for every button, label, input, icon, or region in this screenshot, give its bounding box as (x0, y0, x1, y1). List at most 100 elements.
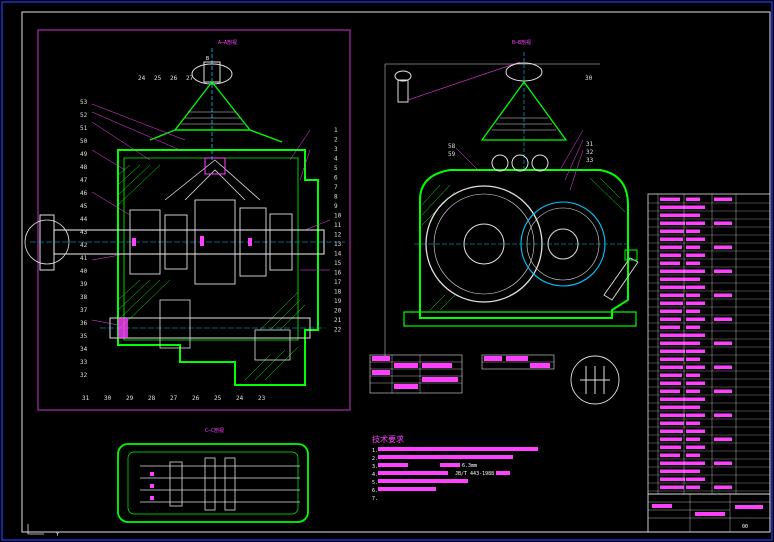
gear-parameter-table-2 (481, 354, 555, 370)
callout-number: 15 (334, 260, 342, 267)
callout-number: 30 (104, 395, 112, 402)
callout-number: 42 (80, 242, 88, 249)
callout-number: 43 (80, 229, 88, 236)
parts-row-entry (660, 365, 683, 369)
parts-row-entry (660, 429, 683, 433)
callout-number: 18 (334, 289, 342, 296)
parts-row-entry (660, 261, 680, 265)
section-bb-view: B—B剖视 (384, 39, 639, 360)
parts-row-entry (686, 301, 705, 305)
parts-row-entry (686, 285, 705, 289)
parts-row-entry (686, 253, 705, 257)
parts-row-entry (660, 197, 680, 201)
parts-row-entry (686, 213, 700, 217)
callout-number: 17 (334, 279, 342, 286)
callout-number: 3. (372, 464, 378, 470)
callout-number: 5 (334, 165, 338, 172)
callout-number: 48 (80, 164, 88, 171)
parts-row-entry (660, 461, 687, 465)
parts-row-entry (686, 413, 705, 417)
callout-number: 33 (80, 359, 88, 366)
parts-row-entry (660, 277, 686, 281)
callout-number: 44 (80, 216, 88, 223)
parts-row-entry (660, 405, 686, 409)
parts-row-entry (660, 245, 682, 249)
section-cc-view: C—C剖视 (117, 427, 309, 523)
parts-row-entry (714, 341, 732, 345)
shift-pattern-diagram (570, 355, 620, 405)
parts-row-entry (714, 365, 732, 369)
callout-number: 52 (80, 112, 88, 119)
parts-row-entry (660, 213, 686, 217)
parts-row-entry (714, 317, 732, 321)
parts-row-entry (686, 261, 700, 265)
callout-number: 50 (80, 138, 88, 145)
callout-number: 41 (80, 255, 88, 262)
parts-row-entry (686, 477, 705, 481)
callout-number: 30 (585, 75, 593, 82)
callout-number: 9 (334, 203, 338, 210)
callout-number: 20 (334, 308, 342, 315)
callout-number: 6. (372, 488, 378, 494)
section-aa-view: A—A剖视 B (24, 29, 351, 411)
callout-number: 23 (258, 395, 266, 402)
parts-row-entry (660, 485, 684, 489)
svg-text:Y: Y (56, 532, 59, 538)
callout-number: 2. (372, 456, 378, 462)
parts-row-entry (660, 237, 683, 241)
cad-drawing-canvas: A—A剖视 B 53525150494847464544434241403938… (1, 1, 773, 541)
callout-number: 49 (80, 151, 88, 158)
front-top-callouts: 24 25 26 27 (138, 75, 194, 82)
parts-row-entry (686, 341, 700, 345)
parts-row-entry (660, 373, 682, 377)
input-flange (39, 214, 55, 271)
parts-list-table (647, 193, 771, 495)
parts-row-entry (714, 413, 732, 417)
parts-row-entry (660, 229, 684, 233)
parts-row-entry (660, 221, 685, 225)
callout-number: 26 (192, 395, 200, 402)
parts-row-entry (686, 437, 700, 441)
parts-row-entry (660, 477, 685, 481)
callout-number: 5. (372, 480, 378, 486)
callout-number: 22 (334, 327, 342, 334)
callout-number: 35 (80, 333, 88, 340)
parts-row-entry (714, 485, 732, 489)
callout-number: 33 (586, 157, 594, 164)
parts-row-entry (686, 237, 705, 241)
parts-row-entry (686, 349, 705, 353)
parts-row-entry (660, 253, 681, 257)
callout-number: 53 (80, 99, 88, 106)
tech-requirements-title: 技术要求 (372, 434, 404, 444)
ucs-icon: Y (27, 524, 59, 538)
parts-row-entry (686, 389, 700, 393)
parts-row-entry (714, 197, 732, 201)
parts-row-entry (714, 269, 732, 273)
side-callouts: 30 5859 313233 (448, 75, 594, 164)
parts-row-entry (686, 221, 705, 225)
parts-row-entry (660, 269, 687, 273)
callout-number: 11 (334, 222, 342, 229)
section-bb-label: B—B剖视 (512, 39, 531, 46)
parts-row-entry (686, 269, 705, 273)
parts-row-entry (714, 221, 732, 225)
callout-number: 26 (170, 75, 178, 82)
front-left-callouts: 53 52 51 50 49 48 47 46 45 44 43 42 41 40 39 38 37 36 35 34… (80, 99, 88, 379)
parts-row-entry (686, 197, 700, 201)
parts-row-entry (714, 389, 732, 393)
callout-number: 3 (334, 146, 338, 153)
gear-parameter-table-1 (369, 354, 463, 394)
callout-number: 6 (334, 175, 338, 182)
parts-row-entry (660, 357, 684, 361)
callout-number: 21 (334, 317, 342, 324)
callout-number: 27 (170, 395, 178, 402)
parts-row-entry (686, 365, 705, 369)
parts-row-entry (686, 373, 700, 377)
callout-number: 1. (372, 448, 378, 454)
callout-number: 25 (154, 75, 162, 82)
callout-number: 40 (80, 268, 88, 275)
callout-number: 39 (80, 281, 88, 288)
parts-row-entry (660, 333, 687, 337)
callout-number: 12 (334, 232, 342, 239)
parts-row-entry (686, 205, 705, 209)
